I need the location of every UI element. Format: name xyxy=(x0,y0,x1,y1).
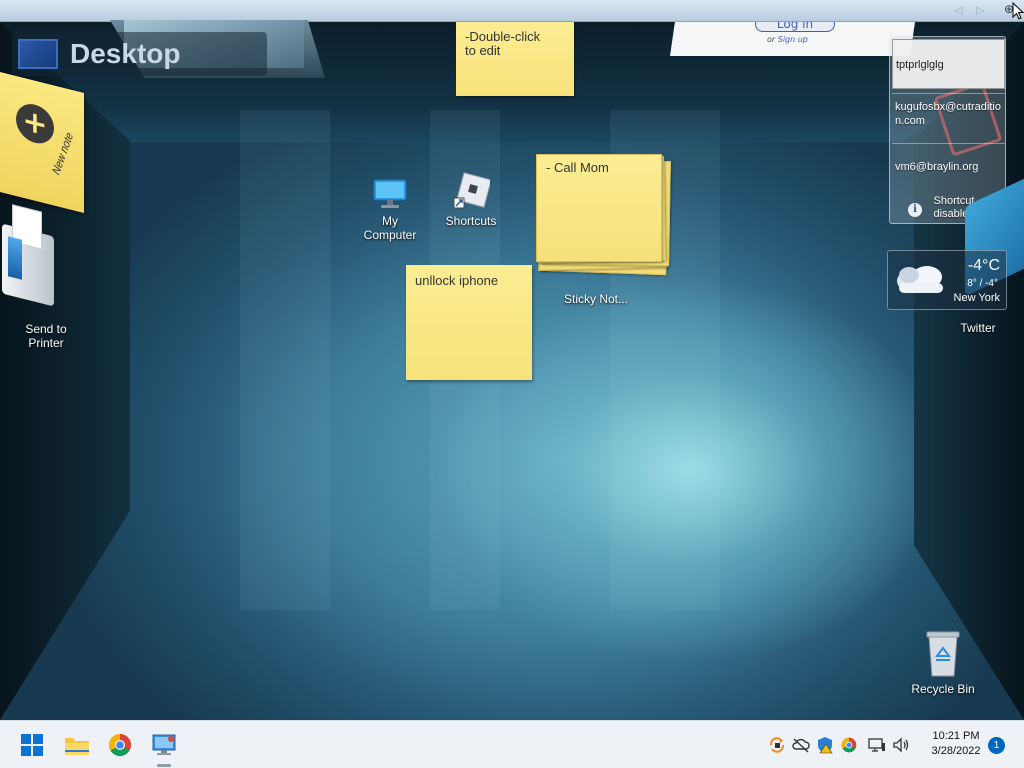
my-computer-shortcut[interactable]: My Computer xyxy=(358,178,422,242)
file-explorer-button[interactable] xyxy=(61,729,93,761)
computer-icon xyxy=(372,178,408,210)
sticky-note-text: unllock iphone xyxy=(415,273,499,288)
account-item[interactable]: kugufosbx@cutradition.com xyxy=(892,93,1005,141)
sticky-notes-label[interactable]: Sticky Not... xyxy=(548,292,644,306)
desktop-title: Desktop xyxy=(70,38,181,69)
signup-line: or Sign up xyxy=(767,35,808,44)
weather-widget[interactable]: -4°C 8° / -4° New York xyxy=(887,250,1007,310)
taskbar: 10:21 PM 3/28/2022 1 xyxy=(0,720,1024,768)
weather-range: 8° / -4° xyxy=(967,278,998,289)
sticky-note-unlock-iphone[interactable]: unllock iphone xyxy=(406,265,532,380)
mouse-cursor-icon xyxy=(1012,2,1024,20)
shortcuts-shortcut[interactable]: Shortcuts xyxy=(438,172,504,228)
recycle-bin-icon xyxy=(923,630,963,678)
sticky-note-double-click[interactable]: -Double-click to edit xyxy=(456,22,574,96)
account-item[interactable]: tptprlglglg xyxy=(892,39,1005,89)
my-computer-label: My Computer xyxy=(363,214,417,242)
monitor-icon xyxy=(18,39,58,69)
volume-icon[interactable] xyxy=(891,735,911,755)
shortcuts-label: Shortcuts xyxy=(445,214,497,228)
login-card: Log in or Sign up xyxy=(670,22,915,56)
send-to-printer-label[interactable]: Send to Printer xyxy=(14,322,78,350)
folder-icon xyxy=(65,738,89,755)
system-clock[interactable]: 10:21 PM 3/28/2022 xyxy=(918,729,994,759)
sticky-notes-stack[interactable]: - Call Mom xyxy=(534,152,674,282)
new-note-label: New note xyxy=(50,130,77,178)
security-warning-icon[interactable] xyxy=(815,735,835,755)
active-app-indicator xyxy=(157,764,171,767)
twitter-label[interactable]: Twitter xyxy=(950,321,1006,335)
monitor-app-icon xyxy=(152,734,176,755)
back-arrow-icon[interactable]: ◁ xyxy=(954,4,962,17)
account-item[interactable]: vm6@braylin.org xyxy=(892,143,1005,183)
chrome-icon xyxy=(109,734,131,756)
desktop-app-button[interactable] xyxy=(148,729,180,761)
clock-date: 3/28/2022 xyxy=(931,745,981,757)
desktop-title-bar: Desktop xyxy=(12,32,267,76)
cloud-snow-icon xyxy=(897,266,943,293)
weather-temperature: -4°C xyxy=(967,257,1000,274)
forward-arrow-icon[interactable]: ▷ xyxy=(976,4,984,17)
recycle-bin-label: Recycle Bin xyxy=(911,682,975,696)
chrome-button[interactable] xyxy=(104,729,136,761)
call-mom-text: - Call Mom xyxy=(546,160,609,175)
top-bar: ◁ ▷ ⊕ xyxy=(0,0,1024,22)
recycle-bin-shortcut[interactable]: Recycle Bin xyxy=(906,630,980,696)
chrome-tray-icon[interactable] xyxy=(839,735,859,755)
network-icon[interactable] xyxy=(867,735,887,755)
add-note-icon: + xyxy=(16,99,54,148)
weather-city: New York xyxy=(953,292,1000,304)
windows-logo-icon xyxy=(21,734,43,756)
or-text: or xyxy=(767,35,776,44)
roblox-icon xyxy=(452,172,492,210)
sync-icon[interactable] xyxy=(767,735,787,755)
sticky-note-text: -Double-click to edit xyxy=(465,29,541,58)
light-ray xyxy=(240,110,330,610)
stack-top-note: - Call Mom xyxy=(536,154,662,262)
notification-badge[interactable]: 1 xyxy=(988,737,1005,754)
printer-icon[interactable] xyxy=(2,204,60,307)
clock-time: 10:21 PM xyxy=(932,730,980,742)
cloud-offline-icon[interactable] xyxy=(791,735,811,755)
start-button[interactable] xyxy=(16,729,48,761)
signup-link[interactable]: Sign up xyxy=(778,35,808,44)
new-note-pad[interactable]: + New note xyxy=(0,72,84,213)
